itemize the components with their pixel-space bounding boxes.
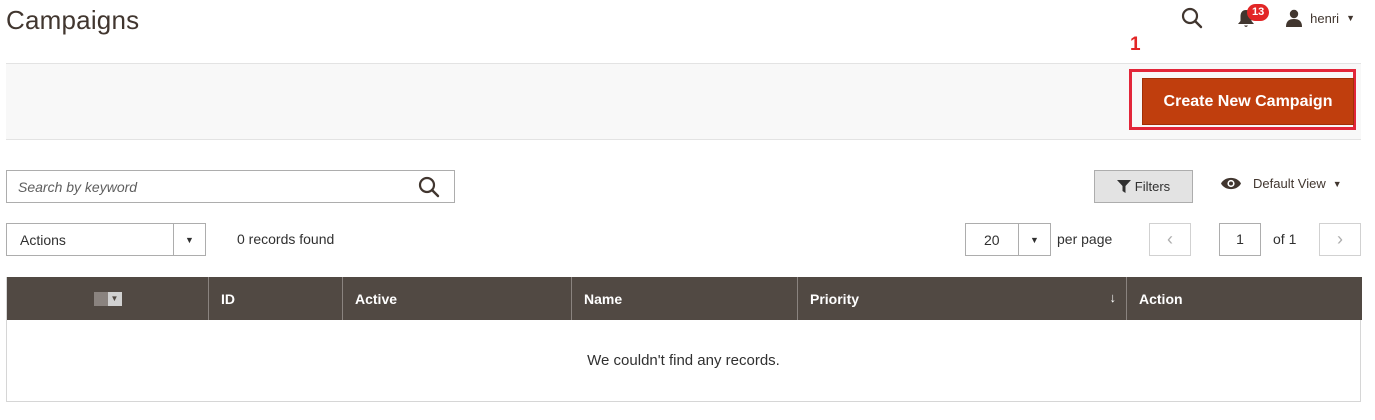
page-actions-bar: Create New Campaign — [6, 63, 1361, 140]
user-icon — [1286, 9, 1303, 27]
per-page-select[interactable]: 20 ▼ — [965, 223, 1051, 256]
search-icon — [418, 176, 440, 198]
empty-state-message: We couldn't find any records. — [587, 352, 780, 369]
grid-header: ▼ ID Active Name Priority ↓ Action — [7, 277, 1362, 320]
records-count: 0 records found — [237, 231, 335, 247]
chevron-down-icon: ▼ — [1346, 13, 1355, 23]
column-mass-select[interactable]: ▼ — [7, 277, 209, 320]
chevron-down-icon: ▼ — [1332, 178, 1342, 189]
keyword-search[interactable]: Search by keyword — [6, 170, 455, 203]
eye-icon — [1221, 177, 1241, 190]
chevron-down-icon[interactable]: ▼ — [107, 291, 122, 306]
column-header-id[interactable]: ID — [209, 277, 343, 320]
chevron-right-icon: › — [1337, 229, 1343, 249]
chevron-down-icon[interactable]: ▼ — [173, 224, 205, 255]
search-icon — [1182, 7, 1203, 29]
search-submit-button[interactable] — [418, 176, 440, 198]
column-header-priority-label: Priority — [810, 290, 860, 307]
mass-select-checkbox[interactable]: ▼ — [93, 291, 122, 306]
notification-count-badge: 13 — [1247, 4, 1270, 21]
search-input[interactable]: Search by keyword — [18, 179, 137, 195]
header-actions: 13 henri ▼ — [1181, 4, 1355, 32]
actions-label: Actions — [20, 232, 66, 248]
campaigns-grid: ▼ ID Active Name Priority ↓ Action We co… — [6, 277, 1362, 402]
column-header-active[interactable]: Active — [343, 277, 572, 320]
view-switcher[interactable]: Default View ▼ — [1221, 176, 1342, 191]
chevron-left-icon: ‹ — [1167, 229, 1173, 249]
current-page-input[interactable]: 1 — [1219, 223, 1261, 256]
user-account-menu[interactable]: henri ▼ — [1285, 9, 1355, 27]
create-new-campaign-button[interactable]: Create New Campaign — [1142, 78, 1354, 125]
global-search-button[interactable] — [1181, 7, 1203, 29]
step-callout-number: 1 — [1130, 34, 1141, 55]
notifications-button[interactable]: 13 — [1237, 4, 1270, 29]
filters-button[interactable]: Filters — [1094, 170, 1193, 203]
page-title: Campaigns — [6, 5, 140, 35]
username: henri — [1310, 10, 1340, 26]
page-total: of 1 — [1273, 231, 1297, 247]
view-label: Default View — [1253, 176, 1326, 191]
mass-select-box — [93, 291, 108, 306]
per-page-label: per page — [1057, 231, 1113, 247]
next-page-button[interactable]: › — [1319, 223, 1361, 256]
column-header-name[interactable]: Name — [572, 277, 798, 320]
column-header-action: Action — [1139, 290, 1183, 307]
chevron-down-icon[interactable]: ▼ — [1018, 224, 1050, 255]
column-header-priority[interactable]: Priority ↓ — [798, 277, 1127, 320]
previous-page-button[interactable]: ‹ — [1149, 223, 1191, 256]
per-page-value: 20 — [984, 232, 1000, 248]
mass-actions-dropdown[interactable]: Actions ▼ — [6, 223, 206, 256]
filter-icon — [1116, 180, 1131, 193]
sort-descending-icon: ↓ — [1109, 290, 1117, 305]
filters-label: Filters — [1134, 179, 1171, 194]
